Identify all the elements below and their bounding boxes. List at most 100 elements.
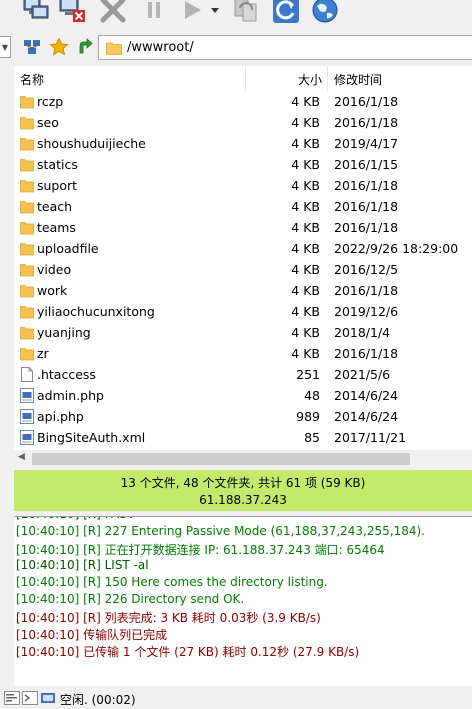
- file-name: zr: [37, 346, 49, 361]
- file-modified: 2016/12/5: [334, 262, 399, 277]
- file-row[interactable]: statics 4 KB 2016/1/15: [14, 154, 472, 175]
- scroll-left-icon[interactable]: ◀: [18, 452, 25, 462]
- file-modified: 2016/1/18: [334, 199, 399, 214]
- file-list: 名称 大小 修改时间 rczp 4 KB 2016/1/18 seo 4 KB 2016/…: [14, 66, 472, 468]
- stop-icon[interactable]: [99, 0, 127, 24]
- file-row[interactable]: teach 4 KB 2016/1/18: [14, 196, 472, 217]
- log-toggle-icon[interactable]: [22, 691, 38, 705]
- site-manager-icon[interactable]: [22, 37, 42, 57]
- file-size: 4 KB: [291, 346, 320, 361]
- file-name: teams: [37, 220, 76, 235]
- file-row[interactable]: api.php 989 2014/6/24: [14, 406, 472, 427]
- folder-icon: [20, 283, 34, 298]
- file-modified: 2019/12/6: [334, 304, 399, 319]
- column-divider[interactable]: [327, 66, 328, 91]
- favorites-star-icon[interactable]: [49, 37, 69, 57]
- drive-dropdown[interactable]: ▼: [0, 36, 11, 58]
- globe-icon[interactable]: [311, 0, 339, 24]
- pause-icon[interactable]: [140, 0, 168, 24]
- log-panel: [10:40:10] [R] PASV [10:40:10] [R] 227 En…: [14, 516, 472, 686]
- file-row[interactable]: suport 4 KB 2016/1/18: [14, 175, 472, 196]
- address-bar: ▼ /wwwroot/: [0, 30, 472, 62]
- path-field[interactable]: /wwwroot/: [98, 35, 472, 60]
- log-line: [10:40:10] [R] 227 Entering Passive Mode…: [16, 524, 425, 538]
- file-row[interactable]: teams 4 KB 2016/1/18: [14, 217, 472, 238]
- file-size: 4 KB: [291, 241, 320, 256]
- file-name: video: [37, 262, 72, 277]
- file-row[interactable]: shoushuduijieche 4 KB 2019/4/17: [14, 133, 472, 154]
- folder-icon: [20, 220, 34, 235]
- file-row[interactable]: seo 4 KB 2016/1/18: [14, 112, 472, 133]
- folder-icon: [20, 178, 34, 193]
- file-name: yiliaochucunxitong: [37, 304, 155, 319]
- folder-icon: [20, 262, 34, 277]
- folder-icon: [20, 241, 34, 256]
- file-size: 4 KB: [291, 325, 320, 340]
- file-icon: [20, 367, 34, 382]
- folder-icon: [20, 157, 34, 172]
- file-name: teach: [37, 199, 73, 214]
- file-row[interactable]: work 4 KB 2016/1/18: [14, 280, 472, 301]
- folder-icon: [20, 346, 34, 361]
- column-header-modified[interactable]: 修改时间: [334, 71, 382, 88]
- file-size: 4 KB: [291, 178, 320, 193]
- log-line: [10:40:10] [R] PASV: [16, 517, 135, 521]
- column-divider[interactable]: [245, 66, 246, 91]
- file-name: uploadfile: [37, 241, 99, 256]
- disconnect-icon[interactable]: [58, 0, 86, 24]
- file-row[interactable]: zr 4 KB 2016/1/18: [14, 343, 472, 364]
- summary-counts: 13 个文件, 48 个文件夹, 共计 61 项 (59 KB): [120, 476, 366, 490]
- refresh-icon[interactable]: [272, 0, 300, 24]
- column-header-name[interactable]: 名称: [20, 71, 44, 88]
- scrollbar-thumb[interactable]: [32, 453, 410, 465]
- sync-browse-icon[interactable]: [232, 0, 260, 24]
- file-row[interactable]: BingSiteAuth.xml 85 2017/11/21: [14, 427, 472, 448]
- file-row[interactable]: uploadfile 4 KB 2022/9/26 18:29:00: [14, 238, 472, 259]
- log-line: [10:40:10] [R] LIST -al: [16, 558, 149, 572]
- connect-icon[interactable]: [22, 0, 50, 24]
- file-modified: 2014/6/24: [334, 388, 399, 403]
- column-header-size[interactable]: 大小: [298, 71, 322, 88]
- status-text: 空闲. (00:02): [60, 693, 136, 707]
- file-name: work: [37, 283, 68, 298]
- file-row[interactable]: yiliaochucunxitong 4 KB 2019/12/6: [14, 301, 472, 322]
- queue-icon[interactable]: [4, 691, 20, 705]
- folder-icon: [20, 304, 34, 319]
- file-row[interactable]: .htaccess 251 2021/5/6: [14, 364, 472, 385]
- file-row[interactable]: yuanjing 4 KB 2018/1/4: [14, 322, 472, 343]
- file-size: 85: [304, 430, 320, 445]
- file-modified: 2016/1/18: [334, 283, 399, 298]
- file-modified: 2014/6/24: [334, 409, 399, 424]
- folder-icon: [20, 94, 34, 109]
- file-row[interactable]: rczp 4 KB 2016/1/18: [14, 91, 472, 112]
- play-dropdown-icon[interactable]: [208, 0, 222, 24]
- horizontal-scrollbar[interactable]: ◀: [14, 450, 472, 468]
- file-name: statics: [37, 157, 78, 172]
- file-modified: 2016/1/15: [334, 157, 399, 172]
- file-size: 4 KB: [291, 199, 320, 214]
- file-name: shoushuduijieche: [37, 136, 146, 151]
- folder-icon: [20, 199, 34, 214]
- file-size: 251: [296, 367, 320, 382]
- summary-panel: 13 个文件, 48 个文件夹, 共计 61 项 (59 KB) 61.188.…: [14, 470, 472, 511]
- play-icon[interactable]: [178, 0, 206, 24]
- folder-icon: [20, 136, 34, 151]
- log-line: [10:40:10] 已传输 1 个文件 (27 KB) 耗时 0.12秒 (2…: [16, 645, 360, 659]
- go-up-icon[interactable]: [75, 37, 95, 57]
- script-file-icon: [20, 409, 34, 424]
- file-modified: 2019/4/17: [334, 136, 399, 151]
- file-name: admin.php: [37, 388, 104, 403]
- file-row[interactable]: video 4 KB 2016/12/5: [14, 259, 472, 280]
- file-name: suport: [37, 178, 78, 193]
- file-size: 4 KB: [291, 136, 320, 151]
- script-file-icon: [20, 430, 34, 445]
- status-indicator-icon: [40, 691, 56, 705]
- file-size: 4 KB: [291, 262, 320, 277]
- toolbar: [0, 0, 472, 26]
- file-modified: 2018/1/4: [334, 325, 391, 340]
- file-row[interactable]: admin.php 48 2014/6/24: [14, 385, 472, 406]
- script-file-icon: [20, 388, 34, 403]
- file-size: 4 KB: [291, 157, 320, 172]
- server-address: 61.188.37.243: [199, 493, 287, 507]
- folder-icon: [20, 325, 34, 340]
